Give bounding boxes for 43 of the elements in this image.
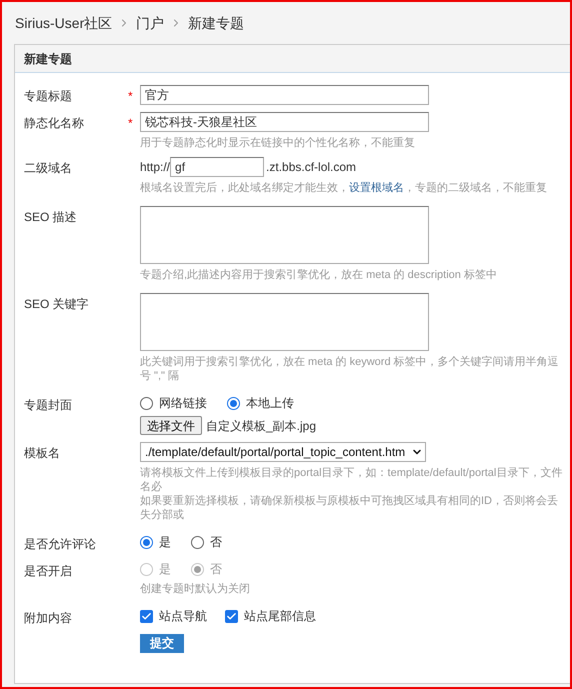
- breadcrumb-link[interactable]: 门户: [136, 12, 164, 34]
- checkbox-option[interactable]: 站点尾部信息: [225, 607, 316, 625]
- radio-option[interactable]: 否: [191, 533, 222, 551]
- text-input[interactable]: 锐芯科技-天狼星社区: [140, 112, 429, 132]
- required-marker: *: [128, 116, 133, 130]
- hint-text: 根域名设置完后，此处域名绑定才能生效，设置根域名，专题的二级域名，不能重复: [140, 181, 548, 195]
- field-label: SEO 关键字: [24, 296, 90, 313]
- hint-text: 请将模板文件上传到模板目录的portal目录下，如：template/default/portal目录下，文件名必: [140, 466, 564, 494]
- hint-text: 专题介绍,此描述内容用于搜索引擎优化，放在 meta 的 description 标签中: [140, 268, 498, 282]
- panel-header: 新建专题: [15, 45, 570, 73]
- field-label: 是否允许评论: [24, 536, 97, 553]
- field-label: SEO 描述: [24, 209, 78, 226]
- radio-option[interactable]: 本地上传: [227, 394, 294, 412]
- field-label: 二级域名: [24, 160, 73, 177]
- hint-text: 用于专题静态化时显示在链接中的个性化名称，不能重复: [140, 136, 416, 150]
- check-icon: [141, 610, 152, 622]
- required-marker: *: [128, 89, 133, 103]
- hint-text: 此关键词用于搜索引擎优化，放在 meta 的 keyword 标签中，多个关键字间请用半角逗号 "," 隔: [140, 355, 560, 383]
- field-label: 静态化名称: [24, 115, 85, 132]
- text-input[interactable]: 官方: [140, 85, 429, 105]
- hint-text: 如果要重新选择模板，请确保新模板与原模板中可拖拽区域具有相同的ID，否则将会丢失分部或: [140, 494, 559, 522]
- submit-button[interactable]: 提交: [140, 634, 184, 653]
- set-root-domain-link[interactable]: 设置根域名: [349, 182, 404, 194]
- domain-suffix: .zt.bbs.cf-lol.com: [266, 159, 356, 176]
- breadcrumb-link[interactable]: 新建专题: [188, 12, 244, 34]
- file-name: 自定义模板_副本.jpg: [206, 418, 316, 434]
- radio-option[interactable]: 是: [140, 533, 171, 551]
- choose-file-button[interactable]: 选择文件: [140, 416, 202, 435]
- subdomain-input[interactable]: gf: [170, 157, 264, 177]
- textarea-field[interactable]: [140, 206, 429, 264]
- breadcrumb-link[interactable]: Sirius-User社区: [15, 12, 112, 34]
- field-label: 附加内容: [24, 610, 73, 627]
- hint-text: 创建专题时默认为关闭: [140, 582, 251, 596]
- checkbox-option[interactable]: 站点导航: [140, 607, 207, 625]
- field-label: 是否开启: [24, 563, 73, 580]
- field-label: 模板名: [24, 445, 61, 462]
- textarea-field[interactable]: [140, 293, 429, 351]
- field-label: 专题封面: [24, 397, 73, 414]
- check-icon: [226, 610, 237, 622]
- radio-option[interactable]: 网络链接: [140, 394, 207, 412]
- url-prefix: http://: [140, 159, 170, 176]
- field-label: 专题标题: [24, 88, 73, 105]
- template-select[interactable]: ./template/default/portal/portal_topic_content.htm: [140, 442, 426, 462]
